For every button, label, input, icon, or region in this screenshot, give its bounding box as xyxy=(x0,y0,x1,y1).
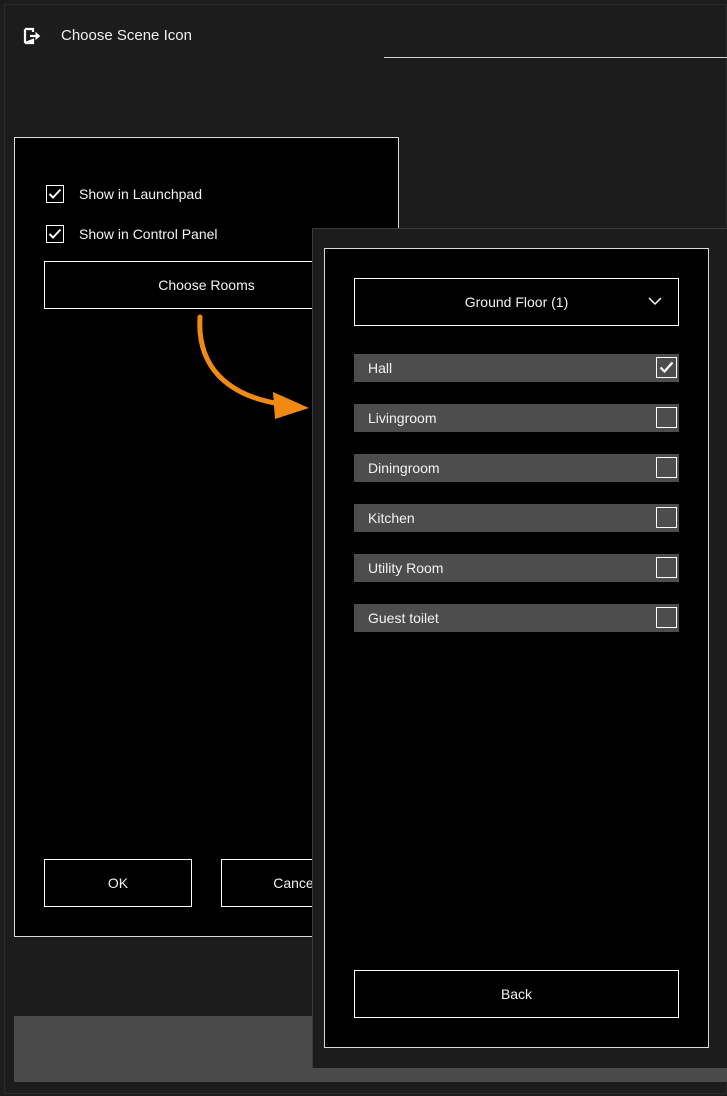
show-in-control-panel-checkbox[interactable] xyxy=(46,225,64,243)
chevron-down-icon xyxy=(648,297,662,306)
page-title: Choose Scene Icon xyxy=(61,27,192,44)
room-item-livingroom[interactable]: Livingroom xyxy=(354,404,679,432)
room-item-diningroom[interactable]: Diningroom xyxy=(354,454,679,482)
rooms-panel: Ground Floor (1) Hall Livingroom Diningr… xyxy=(324,248,709,1048)
show-in-launchpad-label: Show in Launchpad xyxy=(79,186,202,202)
checkmark-icon xyxy=(659,361,674,374)
room-label: Guest toilet xyxy=(368,610,439,626)
room-checkbox[interactable] xyxy=(656,507,677,528)
ok-button[interactable]: OK xyxy=(44,859,192,907)
room-item-hall[interactable]: Hall xyxy=(354,354,679,382)
room-item-kitchen[interactable]: Kitchen xyxy=(354,504,679,532)
show-in-control-panel-label: Show in Control Panel xyxy=(79,226,218,242)
room-label: Kitchen xyxy=(368,510,415,526)
show-in-launchpad-option[interactable]: Show in Launchpad xyxy=(46,183,202,205)
room-checkbox[interactable] xyxy=(656,607,677,628)
room-item-guest-toilet[interactable]: Guest toilet xyxy=(354,604,679,632)
room-item-utility-room[interactable]: Utility Room xyxy=(354,554,679,582)
floor-dropdown[interactable]: Ground Floor (1) xyxy=(354,278,679,326)
room-label: Hall xyxy=(368,360,393,376)
exit-icon[interactable] xyxy=(22,26,42,46)
checkmark-icon xyxy=(48,188,62,199)
room-label: Diningroom xyxy=(368,460,440,476)
curved-arrow-icon xyxy=(197,314,309,419)
room-label: Utility Room xyxy=(368,560,444,576)
checkmark-icon xyxy=(48,228,62,239)
floor-dropdown-value: Ground Floor (1) xyxy=(464,294,569,310)
room-checkbox[interactable] xyxy=(656,557,677,578)
header: Choose Scene Icon xyxy=(0,0,727,90)
header-divider xyxy=(384,57,727,58)
show-in-launchpad-checkbox[interactable] xyxy=(46,185,64,203)
room-checkbox[interactable] xyxy=(656,407,677,428)
room-checkbox[interactable] xyxy=(656,357,677,378)
back-button[interactable]: Back xyxy=(354,970,679,1018)
room-label: Livingroom xyxy=(368,410,437,426)
show-in-control-panel-option[interactable]: Show in Control Panel xyxy=(46,223,218,245)
room-checkbox[interactable] xyxy=(656,457,677,478)
